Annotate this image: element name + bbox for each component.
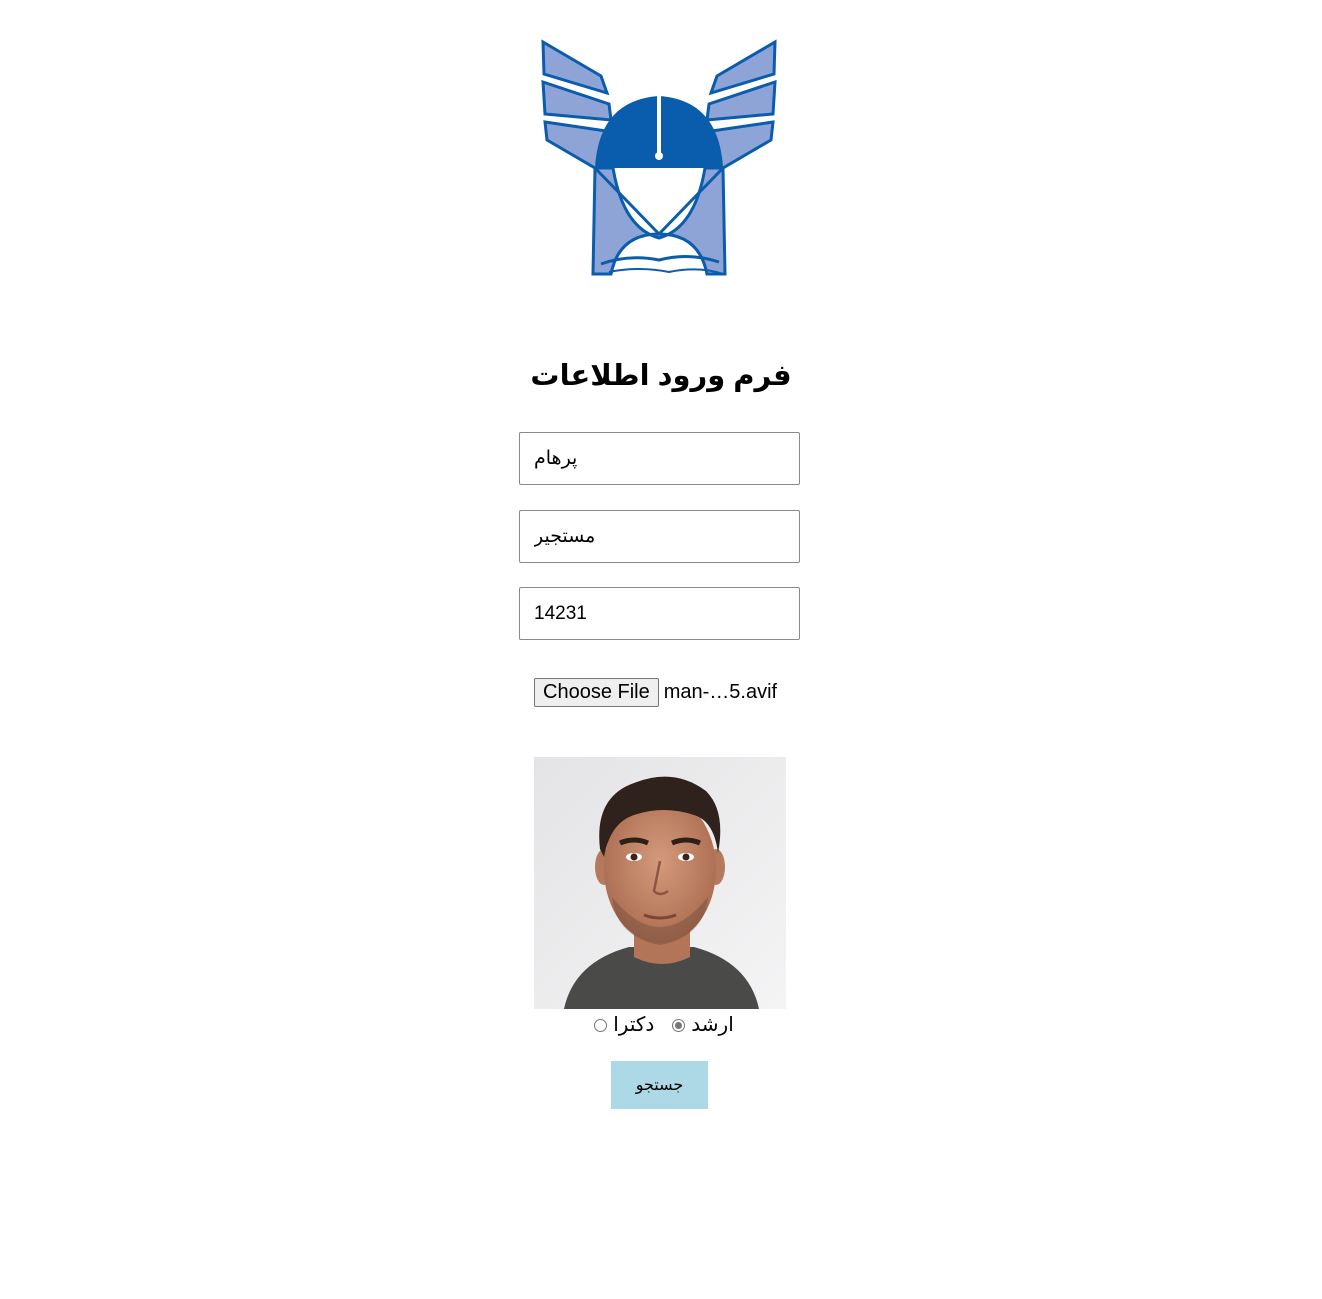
selected-file-name: man-…5.avif xyxy=(663,680,778,703)
profile-photo-preview xyxy=(534,757,786,1009)
radio-label-masters: ارشد xyxy=(691,1014,734,1036)
form-title: فرم ورود اطلاعات xyxy=(530,360,792,392)
radio-label-phd: دکترا xyxy=(613,1014,655,1036)
first-name-input[interactable] xyxy=(519,432,800,485)
student-code-input[interactable] xyxy=(519,587,800,640)
radio-option-masters[interactable]: ارشد xyxy=(666,1012,734,1038)
page: فرم ورود اطلاعات Choose File man-…5.avif xyxy=(0,0,1322,1299)
last-name-input[interactable] xyxy=(519,510,800,563)
radio-phd[interactable] xyxy=(594,1018,608,1032)
radio-masters[interactable] xyxy=(672,1018,686,1032)
radio-option-phd[interactable]: دکترا xyxy=(588,1012,654,1038)
degree-radio-group: ارشد دکترا xyxy=(0,1012,1322,1038)
choose-file-button[interactable]: Choose File xyxy=(534,677,659,707)
file-upload: Choose File man-…5.avif xyxy=(534,677,777,707)
search-button[interactable]: جستجو xyxy=(611,1061,708,1109)
university-logo xyxy=(539,38,779,280)
